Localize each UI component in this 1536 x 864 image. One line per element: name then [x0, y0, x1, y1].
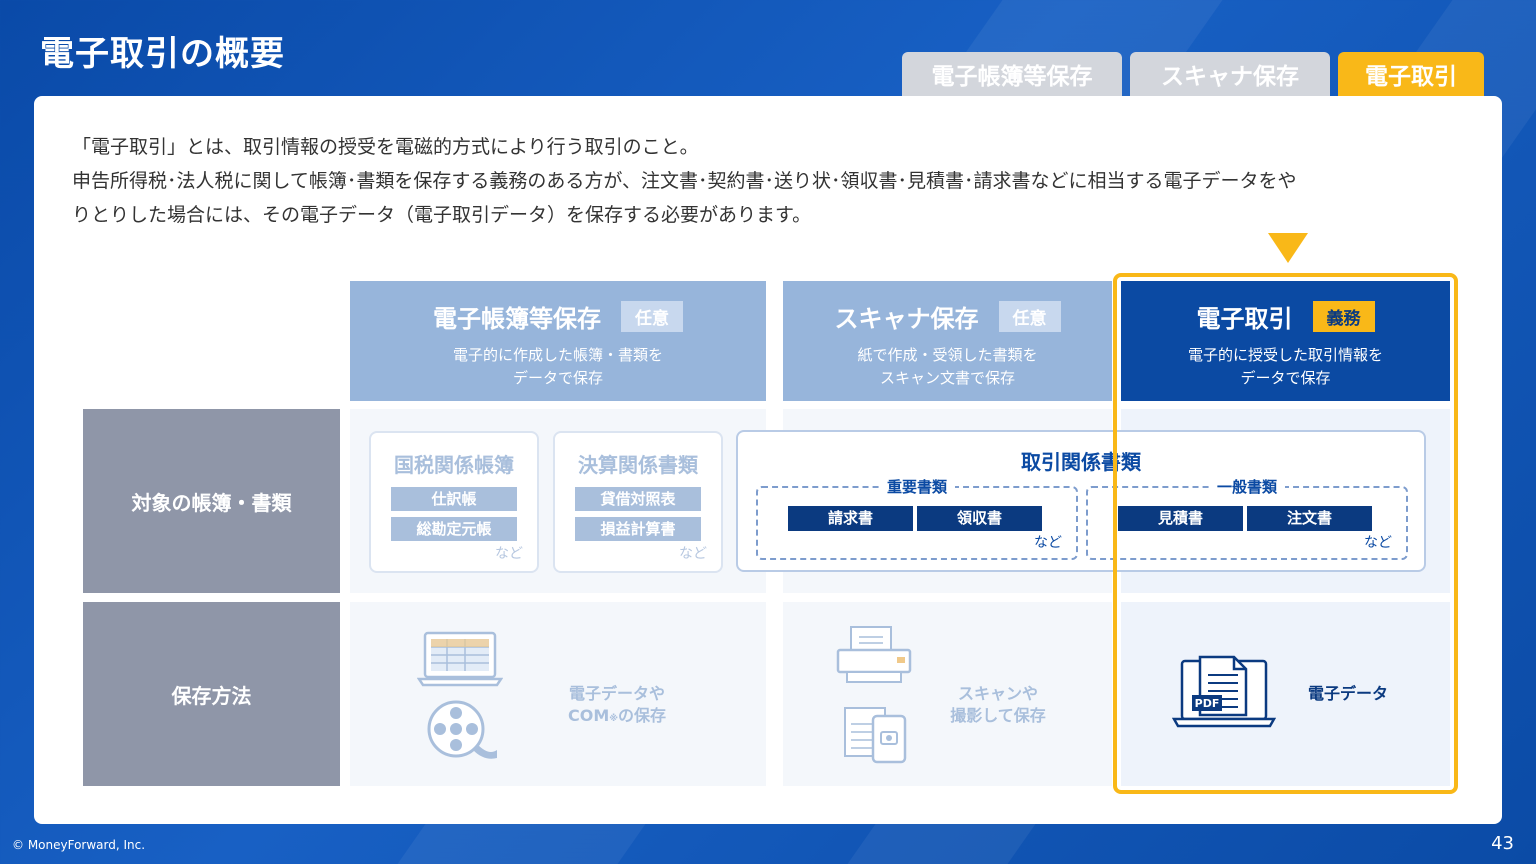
method-line-2: COM※の保存	[552, 705, 682, 730]
tab-scanner-hozon[interactable]: スキャナ保存	[1130, 52, 1330, 96]
doc-item: 領収書	[917, 506, 1042, 531]
column-badge: 任意	[621, 301, 683, 332]
com-text: COM	[567, 706, 610, 725]
focus-arrow-icon	[1268, 233, 1308, 263]
column-subtitle: スキャン文書で保存	[879, 369, 1015, 387]
doc-item: 総勘定元帳	[391, 517, 517, 541]
row-label-method: 保存方法	[83, 602, 340, 786]
phone-camera-icon	[844, 707, 907, 764]
method-text-denshi-data-com: 電子データや COM※の保存	[552, 683, 682, 730]
method-line: スキャンや	[957, 684, 1038, 703]
doc-box-title: 国税関係帳簿	[394, 453, 514, 477]
section-tabs: 電子帳簿等保存 スキャナ保存 電子取引	[902, 52, 1484, 96]
doc-etc: など	[495, 546, 523, 562]
group-juuyou-shorui: 重要書類 請求書 領収書 など	[756, 476, 1078, 560]
method-line: 電子データや	[568, 684, 665, 703]
doc-box-title: 決算関係書類	[578, 453, 698, 477]
column-subtitle: 電子的に作成した帳簿・書類を	[452, 346, 663, 364]
scanner-icon	[836, 626, 912, 683]
tab-denshi-torihiki[interactable]: 電子取引	[1338, 52, 1484, 96]
intro-line-1: 「電子取引」とは、取引情報の授受を電磁的方式により行う取引のこと。	[72, 136, 699, 158]
doc-box-kessan-shorui: 決算関係書類 貸借対照表 損益計算書 など	[553, 431, 723, 573]
column-subtitle: データで保存	[512, 369, 603, 387]
doc-etc: など	[679, 546, 707, 562]
doc-item: 貸借対照表	[575, 487, 701, 511]
row-label-target: 対象の帳簿・書類	[83, 409, 340, 593]
column-badge: 任意	[998, 301, 1061, 332]
method-line: 撮影して保存	[950, 706, 1046, 725]
doc-item: 損益計算書	[575, 517, 701, 541]
doc-item: 仕訳帳	[391, 487, 517, 511]
intro-line-3: りとりした場合には、その電子データ（電子取引データ）を保存する必要があります。	[72, 204, 812, 226]
doc-item: 請求書	[788, 506, 913, 531]
page-title: 電子取引の概要	[40, 34, 285, 74]
column-title: 電子帳簿等保存	[433, 305, 601, 333]
column-title: スキャナ保存	[834, 305, 979, 333]
method-text-scan: スキャンや 撮影して保存	[930, 683, 1066, 727]
column-subtitle: 紙で作成・受領した書類を	[857, 346, 1038, 364]
laptop-spreadsheet-icon	[417, 631, 503, 687]
film-reel-icon	[427, 700, 497, 759]
column-header-scanner-hozon: スキャナ保存 任意 紙で作成・受領した書類を スキャン文書で保存	[783, 281, 1112, 401]
note-mark: ※	[609, 714, 618, 724]
doc-box-kokuzei-choubo: 国税関係帳簿 仕訳帳 総勘定元帳 など	[369, 431, 539, 573]
intro-text: 「電子取引」とは、取引情報の授受を電磁的方式により行う取引のこと。 申告所得税･…	[72, 130, 1462, 232]
column-header-denshi-choubo: 電子帳簿等保存 任意 電子的に作成した帳簿・書類を データで保存	[350, 281, 766, 401]
page-number: 43	[1491, 833, 1514, 854]
doc-etc: など	[1034, 535, 1062, 551]
intro-line-2: 申告所得税･法人税に関して帳簿･書類を保存する義務のある方が、注文書･契約書･送…	[72, 170, 1297, 192]
highlight-frame-denshi-torihiki	[1113, 273, 1458, 794]
method-line-tail: の保存	[618, 706, 667, 725]
group-label: 重要書類	[878, 476, 956, 497]
copyright: © MoneyForward, Inc.	[12, 838, 146, 852]
tab-denshi-choubo[interactable]: 電子帳簿等保存	[902, 52, 1122, 96]
